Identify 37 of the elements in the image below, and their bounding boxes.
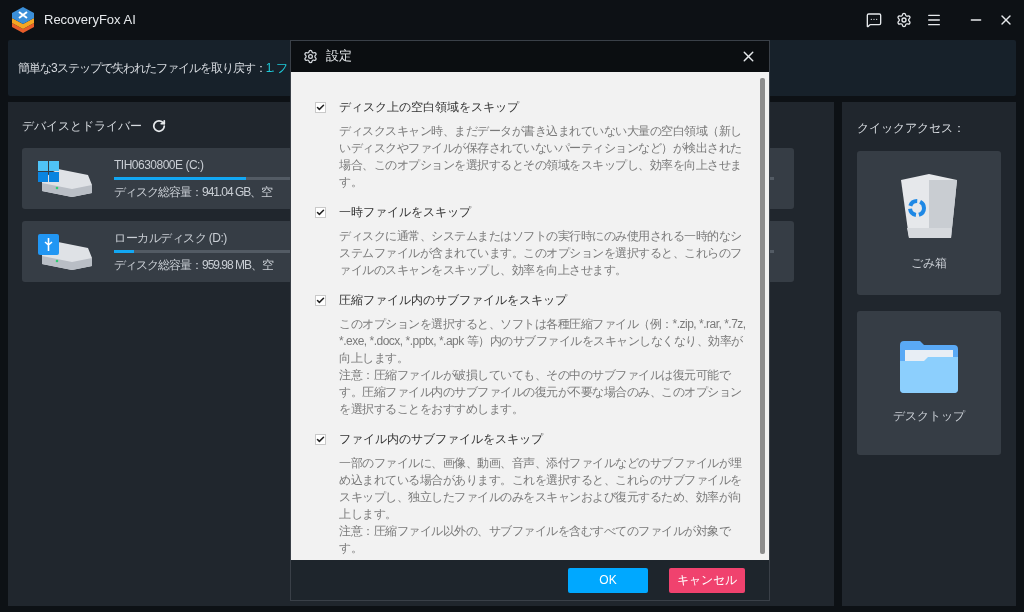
option-checkbox[interactable] [315,101,326,113]
option-description: ディスクに通常、システムまたはソフトの実行時にのみ使用される一時的なシステムファイルが含まれています。このオプションを選択すると、これらのファイルのスキャンをスキップし、効率を向上させます。 [339,228,743,279]
option-label: 一時ファイルをスキップ [339,204,471,221]
option-description: ディスクスキャン時、まだデータが書き込まれていない大量の空白領域（新しいディスクやファイルが保存されていないパーティションなど）が検出された場合、このオプションを選択するとその領域をスキップし、効率を向上させます。 [339,123,743,191]
quick-access-title: クイックアクセス： [857,121,966,136]
option-label: ディスク上の空白領域をスキップ [339,99,519,116]
quick-access-tile[interactable]: ごみ箱 [857,151,1001,296]
option-label: 圧縮ファイル内のサブファイルをスキップ [339,292,567,309]
feedback-icon[interactable] [866,12,882,28]
option-description: 一部のファイルに、画像、動画、音声、添付ファイルなどのサブファイルが埋め込まれている場合があります。これを選択すると、これらのサブファイルをスキップし、独立したファイルのみをスキャンおよび復元するため、効率が向上します。 [339,455,743,523]
option-description: 注意：圧縮ファイルが破損していても、その中のサブファイルは復元可能です。圧縮ファイル内のサブファイルの復元が不要な場合のみ、このオプションを選択することをおすすめします。 [339,367,743,418]
option-description: 注意：圧縮ファイル以外の、サブファイルを含むすべてのファイルが対象です。 [339,523,732,557]
option-checkbox[interactable] [315,433,326,445]
settings-icon[interactable] [896,12,912,28]
drive-capacity: ディスク総容量：941.04 GB、空 [114,184,273,201]
dialog-title: 設定 [326,48,353,66]
app-title: RecoveryFox AI [44,11,136,30]
drive-icon [36,160,94,197]
recycle-bin-icon [899,174,959,241]
app-logo [10,7,36,33]
cancel-button[interactable]: キャンセル [669,567,745,593]
option-description: このオプションを選択すると、ソフトは各種圧縮ファイル（例：*.zip, *.rar, *.7z, *.exe, *.docx, *.pptx, *.apk 等）内のサブファイルをスキャンしなくなり、効率が向上します。 [339,316,747,367]
devices-title: デバイスとドライバー [22,118,142,135]
settings-icon [303,49,318,64]
menu-icon[interactable] [926,12,942,28]
drive-name: ローカルディスク (D:) [114,230,227,247]
quick-access-tile[interactable]: デスクトップ [857,311,1001,456]
option-label: ファイル内のサブファイルをスキップ [339,431,543,448]
step-link[interactable]: 1. フ [265,59,288,77]
steps-text: 簡単な3ステップで失われたファイルを取り戻す： [18,60,266,77]
option-checkbox[interactable] [315,206,326,218]
drive-icon [36,233,94,270]
option-checkbox[interactable] [315,294,326,306]
refresh-icon[interactable] [152,119,166,133]
drive-capacity: ディスク総容量：959.98 MB、空 [114,257,274,274]
folder-icon [900,341,958,394]
drive-name: TIH0630800E (C:) [114,157,204,174]
